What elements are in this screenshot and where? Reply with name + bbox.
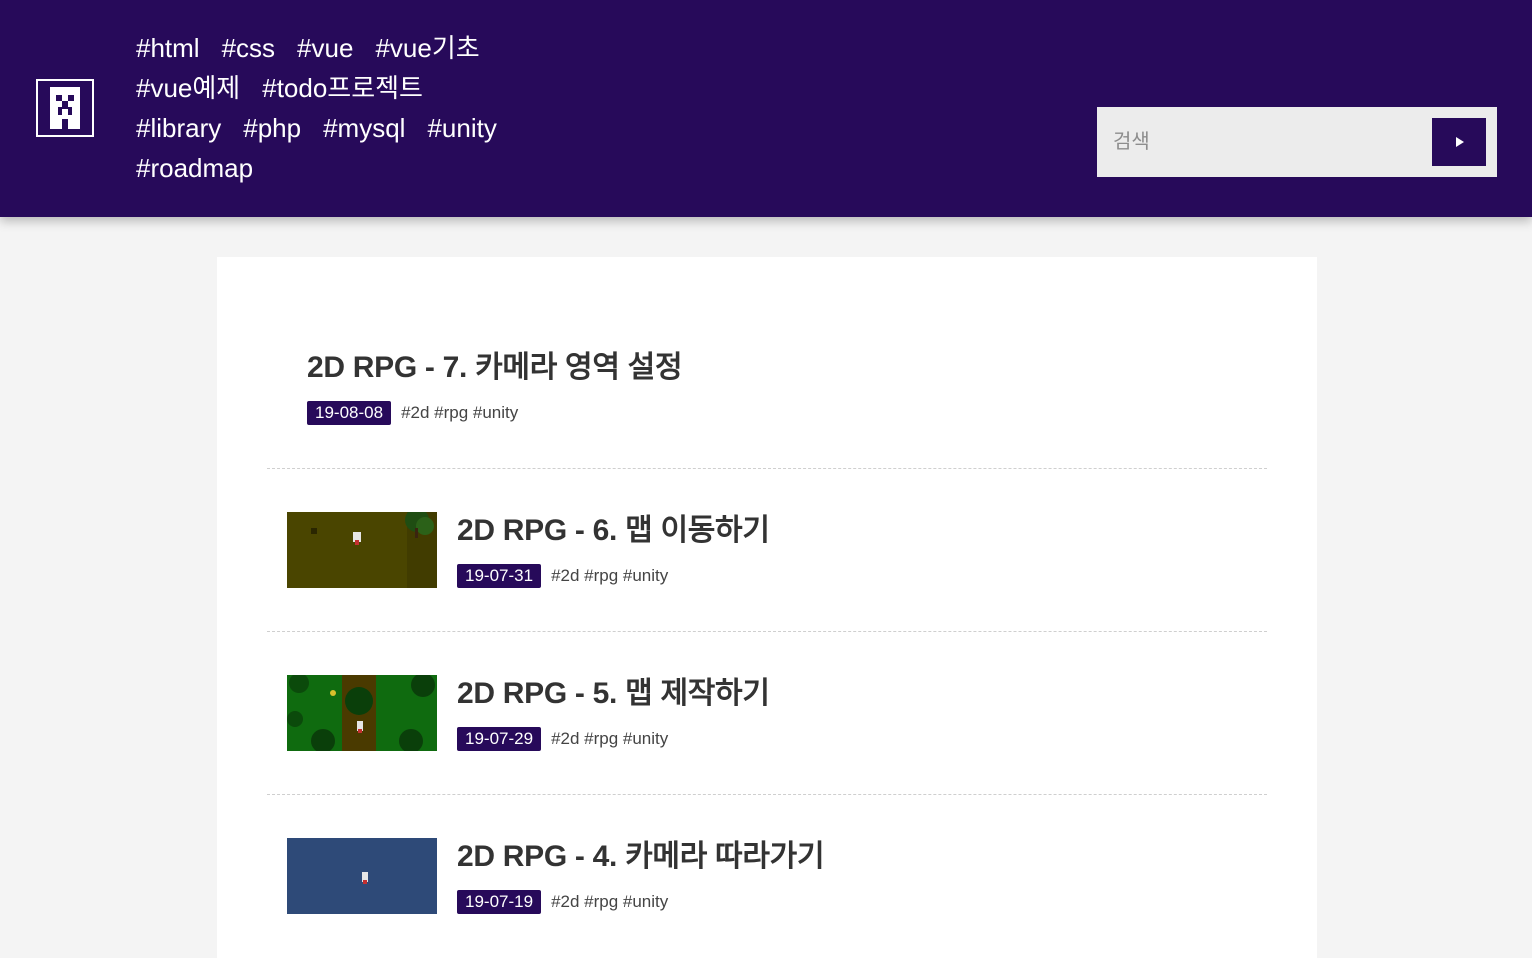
post-item[interactable]: 2D RPG - 4. 카메라 따라가기 19-07-19 #2d #rpg #… xyxy=(267,795,1267,958)
post-meta: 19-07-19 #2d #rpg #unity xyxy=(457,890,668,914)
post-meta: 19-07-29 #2d #rpg #unity xyxy=(457,727,668,751)
tag-link-library[interactable]: #library xyxy=(136,108,221,148)
post-thumbnail[interactable] xyxy=(287,512,437,588)
tag-link-vue[interactable]: #vue xyxy=(297,28,353,68)
olive-field-map-thumbnail xyxy=(287,512,437,588)
post-meta: 19-07-31 #2d #rpg #unity xyxy=(457,564,668,588)
site-logo[interactable] xyxy=(36,79,94,137)
post-title[interactable]: 2D RPG - 7. 카메라 영역 설정 xyxy=(307,350,683,386)
search-input[interactable] xyxy=(1097,107,1427,177)
post-item[interactable]: 2D RPG - 5. 맵 제작하기 19-07-29 #2d #rpg #un… xyxy=(267,632,1267,795)
play-arrow-icon xyxy=(1456,137,1464,147)
tag-link-vue-examples[interactable]: #vue예제 xyxy=(136,68,240,108)
post-tags[interactable]: #2d #rpg #unity xyxy=(551,729,668,749)
tag-link-todo-project[interactable]: #todo프로젝트 xyxy=(262,68,423,108)
tag-link-vue-basics[interactable]: #vue기초 xyxy=(375,28,479,68)
post-title[interactable]: 2D RPG - 6. 맵 이동하기 xyxy=(457,513,770,549)
post-item[interactable]: 2D RPG - 7. 카메라 영역 설정 19-08-08 #2d #rpg … xyxy=(267,257,1267,469)
date-badge: 19-07-31 xyxy=(457,564,542,588)
post-meta: 19-08-08 #2d #rpg #unity xyxy=(307,401,518,425)
tag-link-php[interactable]: #php xyxy=(243,108,301,148)
post-title[interactable]: 2D RPG - 5. 맵 제작하기 xyxy=(457,676,770,712)
post-title[interactable]: 2D RPG - 4. 카메라 따라가기 xyxy=(457,839,825,875)
post-tags[interactable]: #2d #rpg #unity xyxy=(551,892,668,912)
green-forest-map-thumbnail xyxy=(287,675,437,751)
search-button[interactable] xyxy=(1432,118,1486,166)
tag-link-html[interactable]: #html xyxy=(136,28,200,68)
tag-link-roadmap[interactable]: #roadmap xyxy=(136,148,253,188)
tag-link-mysql[interactable]: #mysql xyxy=(323,108,405,148)
search-box xyxy=(1097,107,1497,177)
creeper-logo-icon xyxy=(50,87,80,129)
post-thumbnail[interactable] xyxy=(287,675,437,751)
post-list: 2D RPG - 7. 카메라 영역 설정 19-08-08 #2d #rpg … xyxy=(217,257,1317,958)
post-thumbnail[interactable] xyxy=(287,838,437,914)
date-badge: 19-08-08 xyxy=(307,401,392,425)
date-badge: 19-07-29 xyxy=(457,727,542,751)
post-tags[interactable]: #2d #rpg #unity xyxy=(401,403,518,423)
site-header: #html #css #vue #vue기초 #vue예제 #todo프로젝트 … xyxy=(0,0,1532,217)
post-item[interactable]: 2D RPG - 6. 맵 이동하기 19-07-31 #2d #rpg #un… xyxy=(267,469,1267,632)
tag-link-css[interactable]: #css xyxy=(222,28,275,68)
tag-link-unity[interactable]: #unity xyxy=(427,108,496,148)
post-tags[interactable]: #2d #rpg #unity xyxy=(551,566,668,586)
tag-navigation: #html #css #vue #vue기초 #vue예제 #todo프로젝트 … xyxy=(136,28,556,188)
blue-empty-scene-thumbnail xyxy=(287,838,437,914)
date-badge: 19-07-19 xyxy=(457,890,542,914)
